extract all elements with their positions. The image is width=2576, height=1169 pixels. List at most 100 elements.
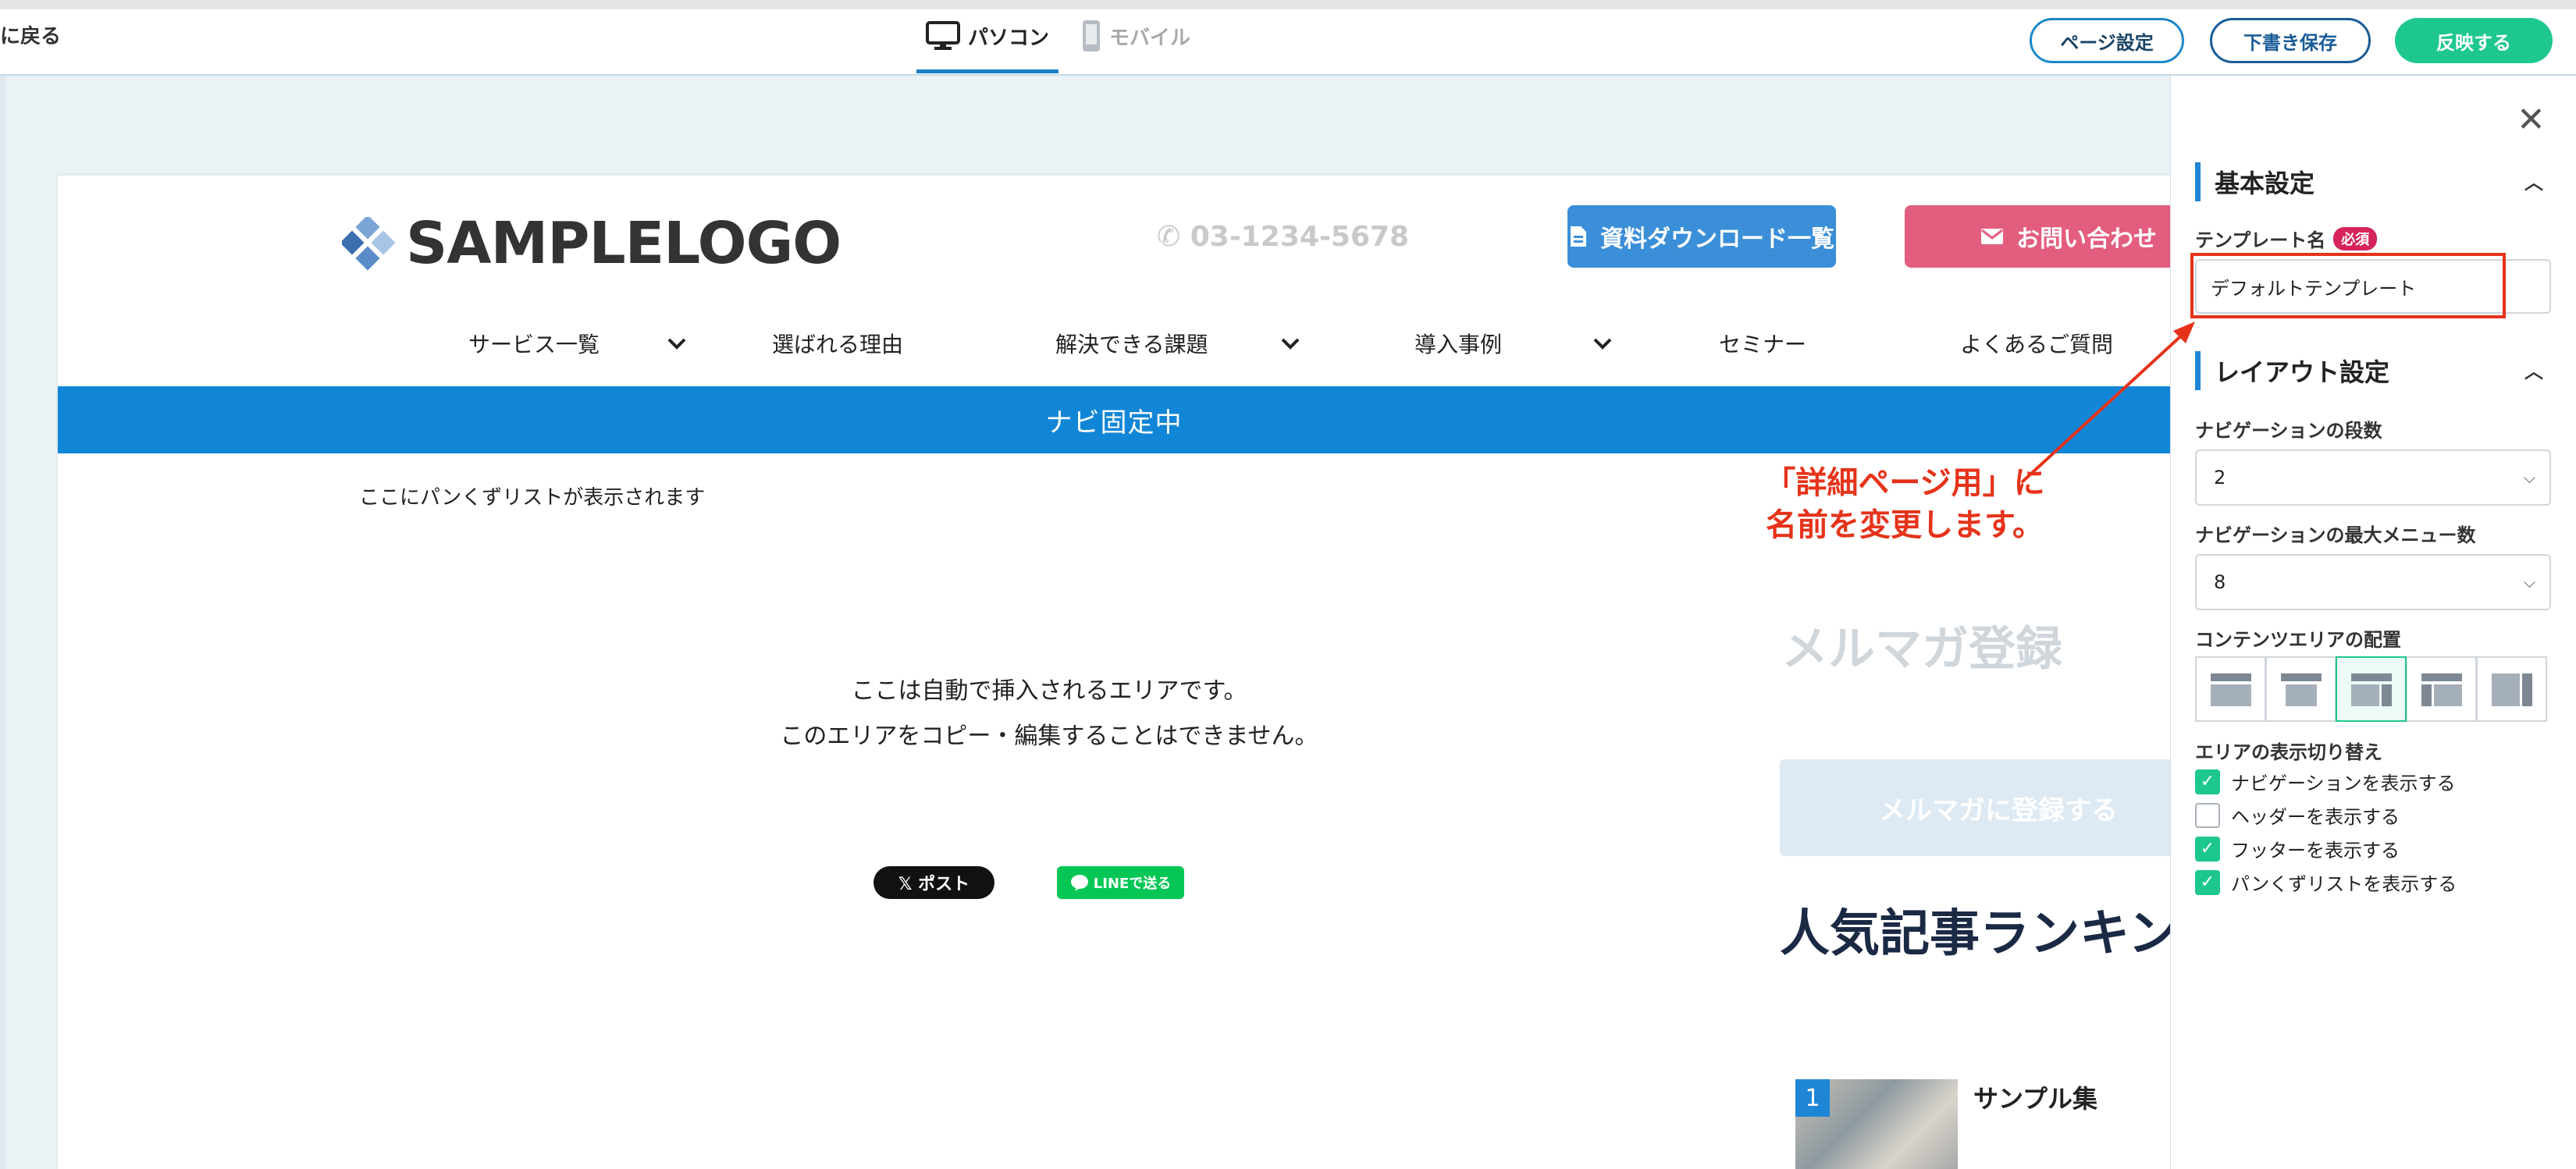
page-settings-button[interactable]: ページ設定 — [2030, 18, 2184, 63]
x-share-button[interactable]: 𝕏 ポスト — [873, 866, 994, 899]
chevron-down-icon[interactable] — [1280, 337, 1300, 350]
nav-item-label: 導入事例 — [1414, 332, 1503, 357]
field-label: テンプレート名 — [2195, 229, 2326, 251]
preview-page: SAMPLELOGO ✆ 03-1234-5678 資料ダウンロード一覧 お問い… — [58, 176, 2170, 1169]
layout-option-wide[interactable] — [2265, 656, 2336, 722]
tab-mobile-label: モバイル — [1108, 26, 1190, 50]
checkbox-unchecked[interactable] — [2195, 802, 2220, 828]
nav-item-label: 解決できる課題 — [1055, 332, 1208, 357]
nav-item-label: セミナー — [1719, 332, 1807, 357]
contact-label: お問い合わせ — [2016, 226, 2157, 253]
annotation-line1: 「詳細ページ用」に — [1764, 465, 2045, 501]
chevron-up-icon[interactable]: ︿ — [2524, 167, 2543, 194]
newsletter-button[interactable]: メルマガに登録する — [1780, 759, 2170, 856]
select-value: 2 — [2214, 467, 2226, 489]
nav-item-reasons[interactable]: 選ばれる理由 — [772, 328, 903, 359]
close-icon[interactable]: ✕ — [2517, 100, 2546, 140]
ranking-title: 人気記事ランキング — [1780, 905, 2170, 963]
chevron-down-icon[interactable] — [1592, 337, 1613, 350]
section-title: 基本設定 — [2215, 169, 2315, 198]
preview-canvas: SAMPLELOGO ✆ 03-1234-5678 資料ダウンロード一覧 お問い… — [0, 76, 2170, 1169]
tab-desktop-label: パソコン — [967, 26, 1049, 50]
checkbox-checked[interactable]: ✓ — [2195, 869, 2220, 895]
toggle-label: ヘッダーを表示する — [2231, 806, 2400, 828]
checkbox-checked[interactable]: ✓ — [2195, 769, 2220, 794]
ranking-thumbnail[interactable]: 1 — [1795, 1079, 1958, 1169]
tab-desktop[interactable]: パソコン — [917, 16, 1058, 56]
newsletter-title: メルマガ登録 — [1781, 622, 2062, 677]
chevron-down-icon[interactable] — [667, 337, 687, 350]
layout-option-sidebar-full[interactable] — [2476, 656, 2547, 722]
apply-button[interactable]: 反映する — [2395, 18, 2553, 63]
back-link[interactable]: に戻る — [0, 20, 61, 49]
chevron-up-icon[interactable]: ︿ — [2524, 356, 2543, 383]
site-logo: SAMPLELOGO — [342, 210, 841, 277]
select-value: 8 — [2214, 571, 2226, 593]
template-name-label: テンプレート名 必須 — [2195, 225, 2378, 252]
toggle-label: パンくずリストを表示する — [2231, 873, 2457, 895]
content-layout-options — [2195, 656, 2547, 722]
nav-item-seminar[interactable]: セミナー — [1719, 328, 1806, 359]
chevron-down-icon: ⌵ — [2523, 573, 2535, 592]
line-share-button[interactable]: LINEで送る — [1057, 866, 1184, 899]
nav-fixed-bar: ナビ固定中 — [58, 386, 2170, 453]
nav-item-issues[interactable]: 解決できる課題 — [1055, 328, 1208, 359]
nav-item-services[interactable]: サービス一覧 — [468, 328, 600, 359]
smartphone-icon — [1082, 20, 1100, 52]
nav-item-label: 選ばれる理由 — [772, 332, 904, 357]
document-icon — [1571, 226, 1586, 247]
ranking-item-title[interactable]: サンプル集 — [1973, 1079, 2097, 1115]
toggle-header[interactable]: ヘッダーを表示する — [2195, 801, 2400, 829]
header-phone: ✆ 03-1234-5678 — [1157, 221, 1409, 253]
auto-inserted-area: ここは自動で挿入されるエリアです。 このエリアをコピー・編集することはできません… — [667, 669, 1432, 759]
nav-item-label: よくあるご質問 — [1960, 332, 2114, 357]
download-list-button[interactable]: 資料ダウンロード一覧 — [1567, 205, 1836, 268]
nav-item-label: サービス一覧 — [468, 332, 600, 357]
nav-max-label: ナビゲーションの最大メニュー数 — [2195, 524, 2476, 546]
layout-option-left-sidebar[interactable] — [2406, 656, 2477, 722]
monitor-icon — [925, 21, 960, 50]
auto-area-line1: ここは自動で挿入されるエリアです。 — [851, 677, 1247, 705]
highlight-box — [2190, 253, 2506, 318]
section-basic-settings[interactable]: 基本設定 ︿ — [2195, 162, 2543, 201]
annotation-line2: 名前を変更します。 — [1766, 507, 2044, 543]
envelope-icon — [1981, 229, 2003, 244]
logo-text: SAMPLELOGO — [406, 210, 841, 277]
rank-number: 1 — [1795, 1079, 1830, 1117]
diamond-logo-icon — [342, 217, 395, 270]
section-title: レイアウト設定 — [2215, 357, 2390, 387]
toggle-footer[interactable]: ✓ フッターを表示する — [2195, 835, 2400, 862]
contact-button[interactable]: お問い合わせ — [1905, 205, 2170, 268]
nav-item-faq[interactable]: よくあるご質問 — [1960, 328, 2113, 359]
phone-icon: ✆ — [1157, 221, 1181, 253]
auto-area-line2: このエリアをコピー・編集することはできません。 — [780, 723, 1318, 750]
editor-toolbar — [0, 9, 2576, 76]
toggle-label: ナビゲーションを表示する — [2231, 773, 2456, 794]
content-layout-label: コンテンツエリアの配置 — [2195, 629, 2401, 651]
download-list-label: 資料ダウンロード一覧 — [1600, 226, 1834, 253]
chevron-down-icon: ⌵ — [2523, 468, 2535, 487]
nav-rows-select[interactable]: 2 ⌵ — [2195, 449, 2551, 506]
save-draft-button[interactable]: 下書き保存 — [2210, 18, 2371, 63]
nav-item-cases[interactable]: 導入事例 — [1414, 328, 1502, 359]
nav-rows-label: ナビゲーションの段数 — [2195, 420, 2382, 442]
phone-number: 03-1234-5678 — [1190, 221, 1410, 253]
instruction-annotation: 「詳細ページ用」に 名前を変更します。 — [1717, 462, 2092, 546]
tab-mobile[interactable]: モバイル — [1073, 16, 1198, 56]
required-badge: 必須 — [2333, 226, 2378, 250]
site-nav: サービス一覧 選ばれる理由 解決できる課題 導入事例 セミナー よくあるご質問 — [58, 328, 2170, 375]
layout-option-right-sidebar[interactable] — [2336, 656, 2407, 722]
window-top-strip — [0, 0, 2576, 9]
canvas-edge — [0, 76, 6, 1169]
breadcrumb-placeholder: ここにパンくずリストが表示されます — [359, 486, 706, 510]
layout-option-full[interactable] — [2195, 656, 2266, 722]
checkbox-checked[interactable]: ✓ — [2195, 836, 2220, 862]
active-tab-indicator — [916, 69, 1059, 73]
toggle-breadcrumb[interactable]: ✓ パンくずリストを表示する — [2195, 869, 2457, 896]
nav-max-select[interactable]: 8 ⌵ — [2195, 554, 2551, 610]
toggle-navigation[interactable]: ✓ ナビゲーションを表示する — [2195, 768, 2456, 795]
section-layout-settings[interactable]: レイアウト設定 ︿ — [2195, 351, 2543, 390]
toggle-label: フッターを表示する — [2231, 840, 2400, 862]
line-icon — [1070, 875, 1088, 891]
line-share-label: LINEで送る — [1093, 876, 1172, 892]
